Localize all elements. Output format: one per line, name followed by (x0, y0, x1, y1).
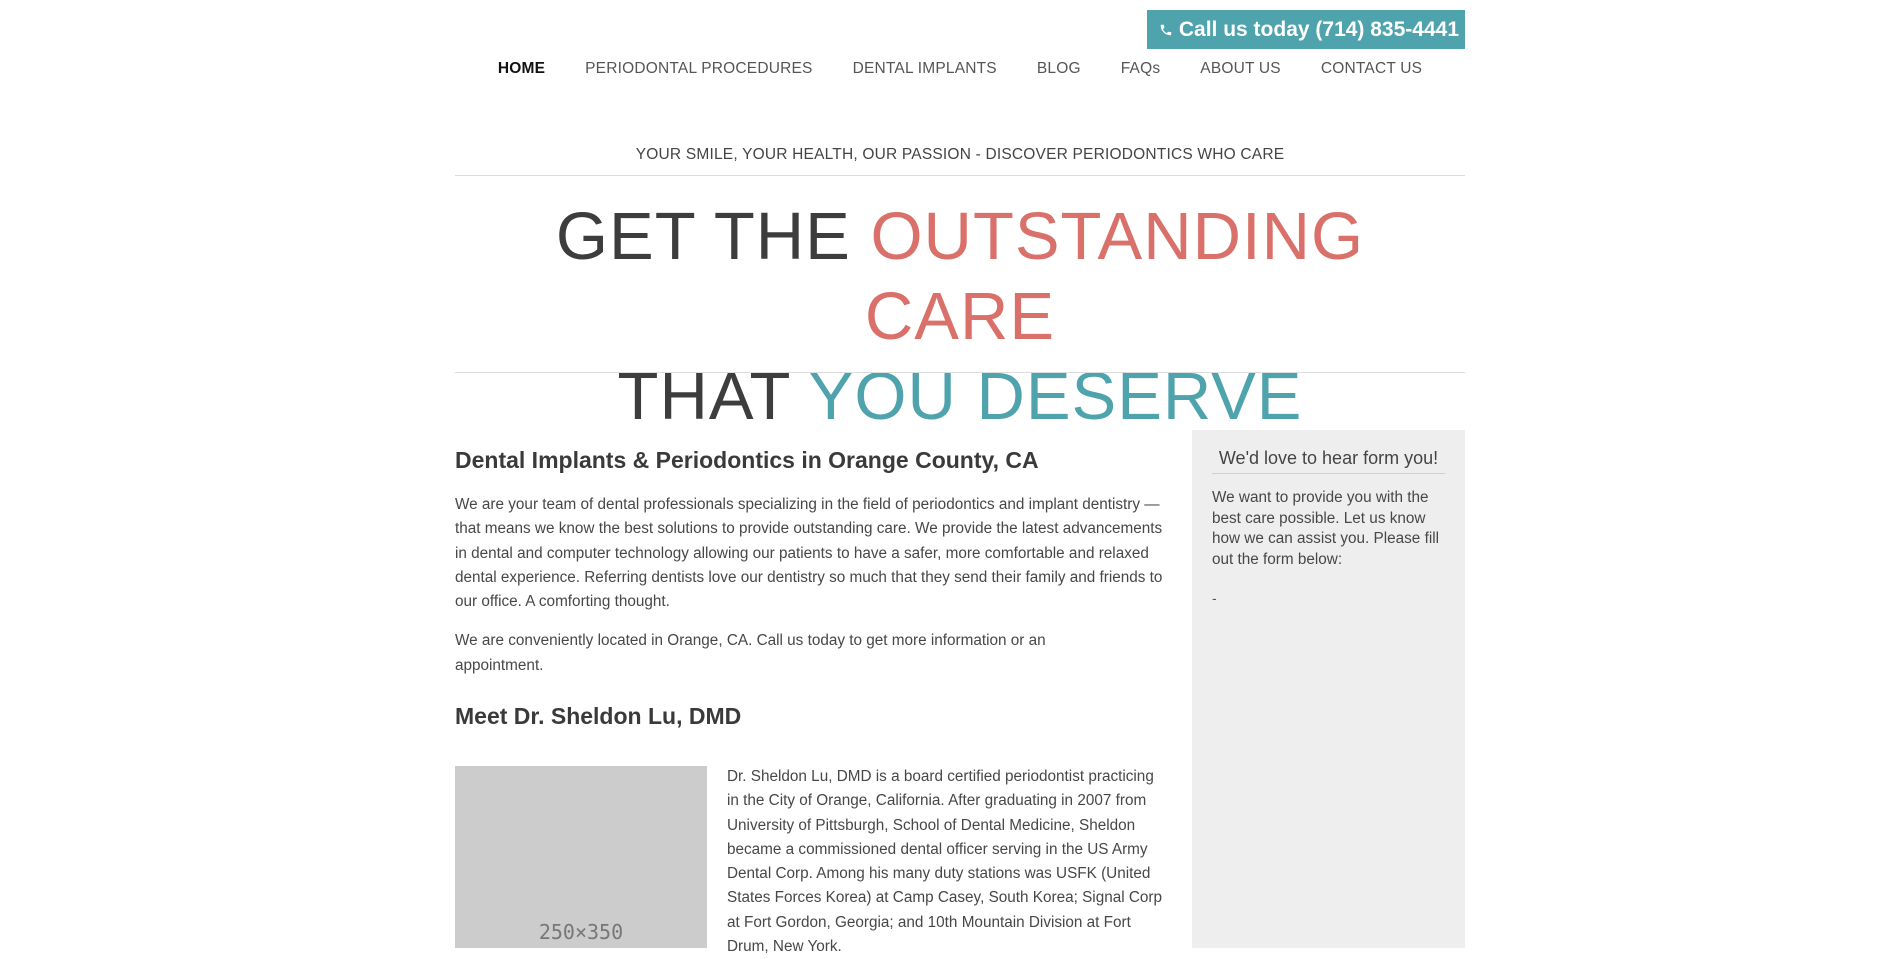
hero-tagline: YOUR SMILE, YOUR HEALTH, OUR PASSION - D… (635, 146, 1285, 163)
main-content: Dental Implants & Periodontics in Orange… (455, 447, 1165, 955)
headline-line1-highlight: OUTSTANDING CARE (864, 199, 1365, 354)
page-container: Call us today (714) 835-4441 HOME PERIOD… (455, 0, 1465, 955)
nav-about-us[interactable]: ABOUT US (1200, 60, 1281, 78)
phone-icon (1160, 24, 1172, 35)
location-paragraph: We are conveniently located in Orange, C… (455, 632, 1046, 674)
sidebar-title: We'd love to hear form you! (1212, 448, 1445, 474)
section-heading-implants: Dental Implants & Periodontics in Orange… (455, 447, 1039, 473)
call-us-label: Call us today (714) 835-4441 (1178, 17, 1459, 41)
nav-dental-implants[interactable]: DENTAL IMPLANTS (853, 60, 997, 78)
hero-bottom-divider (455, 372, 1465, 373)
hero-top-divider (455, 175, 1465, 176)
nav-blog[interactable]: BLOG (1037, 60, 1081, 78)
call-us-button[interactable]: Call us today (714) 835-4441 (1146, 10, 1465, 49)
nav-periodontal-procedures[interactable]: PERIODONTAL PROCEDURES (585, 60, 812, 78)
sidebar-text: We want to provide you with the best car… (1212, 489, 1440, 568)
headline-line2-highlight: YOU DESERVE (808, 359, 1303, 434)
section-heading-doctor: Meet Dr. Sheldon Lu, DMD (455, 703, 742, 730)
doctor-photo-placeholder: 250×350 (455, 766, 707, 948)
doctor-bio: Dr. Sheldon Lu, DMD is a board certified… (727, 768, 1163, 956)
contact-sidebar: We'd love to hear form you! We want to p… (1192, 430, 1465, 948)
sidebar-form-placeholder: - (1212, 590, 1217, 606)
headline-line2-prefix: THAT (617, 359, 809, 434)
intro-paragraph: We are your team of dental professionals… (455, 496, 1163, 611)
nav-faqs[interactable]: FAQs (1121, 60, 1161, 78)
main-nav: HOME PERIODONTAL PROCEDURES DENTAL IMPLA… (455, 60, 1465, 78)
nav-home[interactable]: HOME (498, 60, 545, 78)
hero-headline: GET THE OUTSTANDING CARE THAT YOU DESERV… (455, 197, 1465, 437)
nav-contact-us[interactable]: CONTACT US (1321, 60, 1422, 78)
image-size-label: 250×350 (538, 920, 624, 944)
headline-line1-prefix: GET THE (555, 199, 871, 274)
